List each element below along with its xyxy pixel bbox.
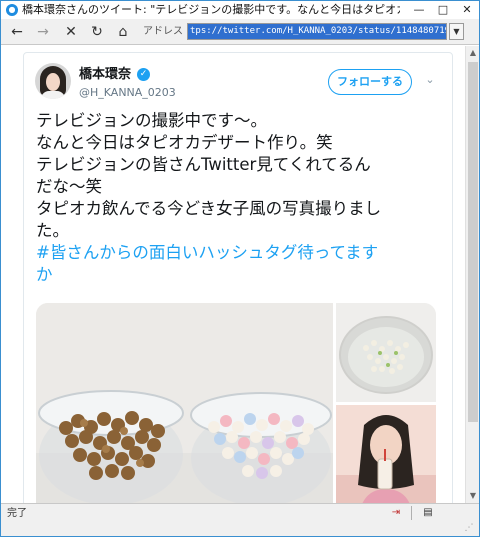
browser-toolbar: ← → ✕ ↻ ⌂ アドレス tps://twitter.com/H_KANNA… — [1, 19, 479, 45]
back-icon[interactable]: ← — [8, 23, 26, 41]
vertical-scrollbar[interactable]: ▲ ▼ — [465, 46, 479, 503]
verified-icon: ✓ — [137, 68, 150, 81]
reload-icon[interactable]: ↻ — [88, 23, 106, 41]
dessert-bowl-illustration — [336, 303, 436, 402]
address-bar[interactable]: tps://twitter.com/H_KANNA_0203/status/11… — [187, 23, 447, 40]
tweet-text: テレビジョンの撮影中です〜。 なんと今日はタピオカデザート作り。笑 テレビジョン… — [36, 110, 448, 286]
hashtag-link[interactable]: か — [36, 264, 448, 286]
tweet-line: た。 — [36, 221, 69, 240]
avatar-body — [41, 91, 65, 99]
exit-icon[interactable]: ⇥ — [389, 507, 403, 519]
title-bar[interactable]: ● 橋本環奈さんのツイート: "テレビジョンの撮影中です。なんと今日はタピオカデ… — [1, 1, 479, 19]
status-divider — [411, 506, 412, 520]
address-input[interactable]: tps://twitter.com/H_KANNA_0203/status/11… — [188, 24, 446, 39]
maximize-button[interactable]: □ — [431, 1, 455, 19]
home-icon[interactable]: ⌂ — [114, 23, 132, 41]
hashtag-link[interactable]: #皆さんからの面白いハッシュタグ待ってます — [36, 242, 448, 264]
tweet-media — [36, 303, 436, 503]
forward-icon[interactable]: → — [34, 23, 52, 41]
tweet-card: 橋本環奈 ✓ @H_KANNA_0203 フォローする ⌄ テレビジョンの撮影中… — [23, 52, 453, 503]
page-icon[interactable]: ▤ — [421, 507, 435, 519]
follow-button[interactable]: フォローする — [328, 69, 412, 95]
tapioca-bowls-illustration — [36, 303, 333, 503]
window-title: 橋本環奈さんのツイート: "テレビジョンの撮影中です。なんと今日はタピオカデザー… — [22, 3, 400, 16]
chevron-down-icon[interactable]: ⌄ — [423, 73, 437, 87]
minimize-button[interactable]: — — [407, 1, 431, 19]
tweet-line: タピオカ飲んでる今どき女子風の写真撮りまし — [36, 199, 382, 218]
avatar-face — [46, 73, 60, 91]
stop-icon[interactable]: ✕ — [62, 23, 80, 41]
display-name[interactable]: 橋本環奈 — [79, 67, 131, 83]
status-text: 完了 — [7, 508, 27, 519]
browser-icon: ● — [6, 4, 18, 16]
address-dropdown-icon[interactable]: ▼ — [449, 23, 464, 40]
scroll-up-icon[interactable]: ▲ — [466, 46, 480, 60]
person-illustration — [336, 405, 436, 503]
page-content: 橋本環奈 ✓ @H_KANNA_0203 フォローする ⌄ テレビジョンの撮影中… — [1, 46, 479, 503]
close-button[interactable]: ✕ — [455, 1, 479, 19]
tweet-line: テレビジョンの撮影中です〜。 — [36, 111, 267, 130]
avatar[interactable] — [35, 63, 71, 99]
tweet-line: だな〜笑 — [36, 177, 102, 196]
resize-grip-icon[interactable]: ⋰ — [463, 522, 475, 534]
status-bar: 完了 ⇥ ▤ ⋰ — [1, 503, 479, 536]
scroll-down-icon[interactable]: ▼ — [466, 489, 480, 503]
scroll-thumb[interactable] — [468, 62, 478, 422]
user-handle[interactable]: @H_KANNA_0203 — [79, 86, 176, 100]
tweet-line: テレビジョンの皆さんTwitter見てくれてるん — [36, 155, 371, 174]
tweet-line: なんと今日はタピオカデザート作り。笑 — [36, 133, 333, 152]
person-with-drink-photo[interactable] — [336, 405, 436, 503]
tapioca-bowls-photo[interactable] — [36, 303, 333, 503]
tapioca-dessert-bowl-photo[interactable] — [336, 303, 436, 402]
browser-window: ● 橋本環奈さんのツイート: "テレビジョンの撮影中です。なんと今日はタピオカデ… — [0, 0, 480, 537]
address-label: アドレス — [143, 26, 183, 37]
